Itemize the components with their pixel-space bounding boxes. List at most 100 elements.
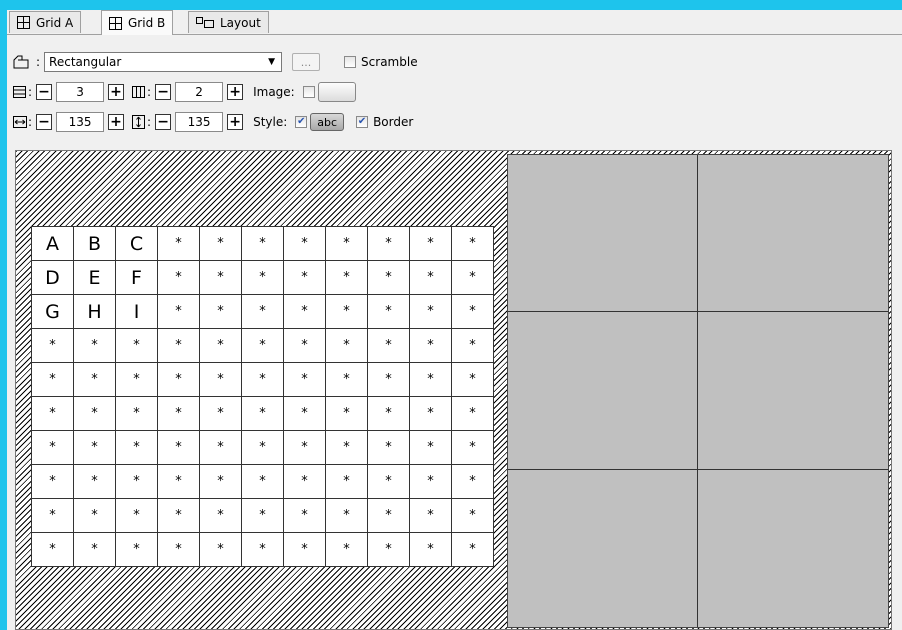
grid-cell[interactable]: * [284, 397, 326, 431]
grid-cell[interactable]: H [74, 295, 116, 329]
grid-cell[interactable]: * [32, 499, 74, 533]
grid-cell[interactable]: * [116, 533, 158, 567]
grid-cell[interactable]: * [242, 499, 284, 533]
rows-input[interactable]: 3 [56, 82, 105, 102]
grid-cell[interactable]: B [74, 227, 116, 261]
cols-input[interactable]: 2 [175, 82, 224, 102]
grid-cell[interactable]: * [452, 329, 494, 363]
grid-cell[interactable]: * [368, 295, 410, 329]
grid-cell[interactable]: * [158, 465, 200, 499]
grid-cell[interactable]: * [242, 295, 284, 329]
grid-cell[interactable]: * [410, 363, 452, 397]
grid-cell[interactable]: * [74, 397, 116, 431]
grid-cell[interactable]: F [116, 261, 158, 295]
grid-cell[interactable]: * [242, 465, 284, 499]
grid-cell[interactable]: * [116, 499, 158, 533]
width-decrement-button[interactable]: − [36, 114, 53, 130]
grid-cell[interactable]: * [242, 261, 284, 295]
grid-cell[interactable]: * [200, 465, 242, 499]
rows-decrement-button[interactable]: − [36, 84, 53, 100]
grid-cell[interactable]: * [368, 329, 410, 363]
grid-cell[interactable]: * [200, 397, 242, 431]
grid-cell[interactable]: * [452, 499, 494, 533]
grid-cell[interactable]: * [284, 227, 326, 261]
grid-cell[interactable]: E [74, 261, 116, 295]
grid-cell[interactable]: * [410, 533, 452, 567]
grid-cell[interactable]: G [32, 295, 74, 329]
grid-cell[interactable]: * [242, 397, 284, 431]
grid-cell[interactable]: D [32, 261, 74, 295]
grid-cell[interactable]: * [452, 465, 494, 499]
grid-cell[interactable]: * [368, 431, 410, 465]
grid-cell[interactable]: * [242, 533, 284, 567]
grid-cell[interactable]: * [74, 363, 116, 397]
grid-cell[interactable]: * [410, 397, 452, 431]
grid-cell[interactable]: * [242, 431, 284, 465]
width-input[interactable]: 135 [56, 112, 105, 132]
shape-select[interactable]: Rectangular ▼ [44, 52, 283, 72]
grid-cell[interactable]: * [284, 533, 326, 567]
grid-cell[interactable]: * [326, 295, 368, 329]
grid-cell[interactable]: * [368, 227, 410, 261]
image-picker-button[interactable] [317, 82, 356, 102]
grid-cell[interactable]: * [32, 397, 74, 431]
grid-cell[interactable]: * [452, 363, 494, 397]
browse-button[interactable]: ... [292, 53, 321, 71]
tab-grid-b[interactable]: Grid B [101, 10, 174, 35]
grid-cell[interactable]: * [200, 295, 242, 329]
grid-cell[interactable]: * [74, 499, 116, 533]
tab-layout[interactable]: Layout [188, 11, 269, 33]
grid-cell[interactable]: * [452, 533, 494, 567]
grid-cell[interactable]: * [32, 465, 74, 499]
grid-cell[interactable]: * [200, 499, 242, 533]
grid-cell[interactable]: * [32, 533, 74, 567]
grid-cell[interactable]: * [200, 261, 242, 295]
grid-cell[interactable]: * [200, 227, 242, 261]
grid-cell[interactable]: * [368, 499, 410, 533]
cols-decrement-button[interactable]: − [155, 84, 172, 100]
grid-cell[interactable]: * [410, 465, 452, 499]
preview-canvas[interactable]: A B C * * * * * * * * D E F * * * * * * * * G H I * * * * * * * * * * * * * * *… [15, 150, 892, 630]
grid-cell[interactable]: * [368, 261, 410, 295]
grid-cell[interactable]: * [452, 431, 494, 465]
grid-cell[interactable]: * [158, 329, 200, 363]
grid-cell[interactable]: * [32, 363, 74, 397]
grid-cell[interactable]: * [158, 261, 200, 295]
cols-increment-button[interactable]: + [227, 84, 244, 100]
image-checkbox[interactable] [302, 86, 315, 98]
grid-cell[interactable]: * [158, 499, 200, 533]
grid-cell[interactable]: * [284, 295, 326, 329]
grid-cell[interactable]: * [74, 465, 116, 499]
grid-cell[interactable]: * [242, 363, 284, 397]
style-checkbox[interactable]: ✔ [295, 116, 308, 128]
grid-cell[interactable]: * [242, 329, 284, 363]
grid-cell[interactable]: * [410, 499, 452, 533]
grid-cell[interactable]: * [74, 533, 116, 567]
grid-cell[interactable]: * [410, 261, 452, 295]
grid-cell[interactable]: * [410, 227, 452, 261]
grid-cell[interactable]: * [158, 533, 200, 567]
scramble-checkbox[interactable] [344, 56, 357, 68]
grid-cell[interactable]: * [284, 261, 326, 295]
grid-cell[interactable]: * [410, 295, 452, 329]
grid-cell[interactable]: * [368, 533, 410, 567]
grid-cell[interactable]: * [200, 431, 242, 465]
grid-cell[interactable]: * [116, 363, 158, 397]
grid-cell[interactable]: * [200, 533, 242, 567]
grid-cell[interactable]: * [116, 329, 158, 363]
grid-cell[interactable]: * [284, 499, 326, 533]
grid-cell[interactable]: * [368, 465, 410, 499]
grid-cell[interactable]: * [32, 431, 74, 465]
height-increment-button[interactable]: + [227, 114, 244, 130]
grid-cell[interactable]: I [116, 295, 158, 329]
grid-cell[interactable]: * [368, 363, 410, 397]
grid-cell[interactable]: * [326, 261, 368, 295]
grid-cell[interactable]: * [326, 227, 368, 261]
width-increment-button[interactable]: + [108, 114, 125, 130]
grid-cell[interactable]: * [410, 329, 452, 363]
grid-cell[interactable]: * [284, 329, 326, 363]
grid-cell[interactable]: * [158, 295, 200, 329]
grid-cell[interactable]: * [326, 533, 368, 567]
grid-cell[interactable]: * [326, 363, 368, 397]
grid-cell[interactable]: * [116, 465, 158, 499]
